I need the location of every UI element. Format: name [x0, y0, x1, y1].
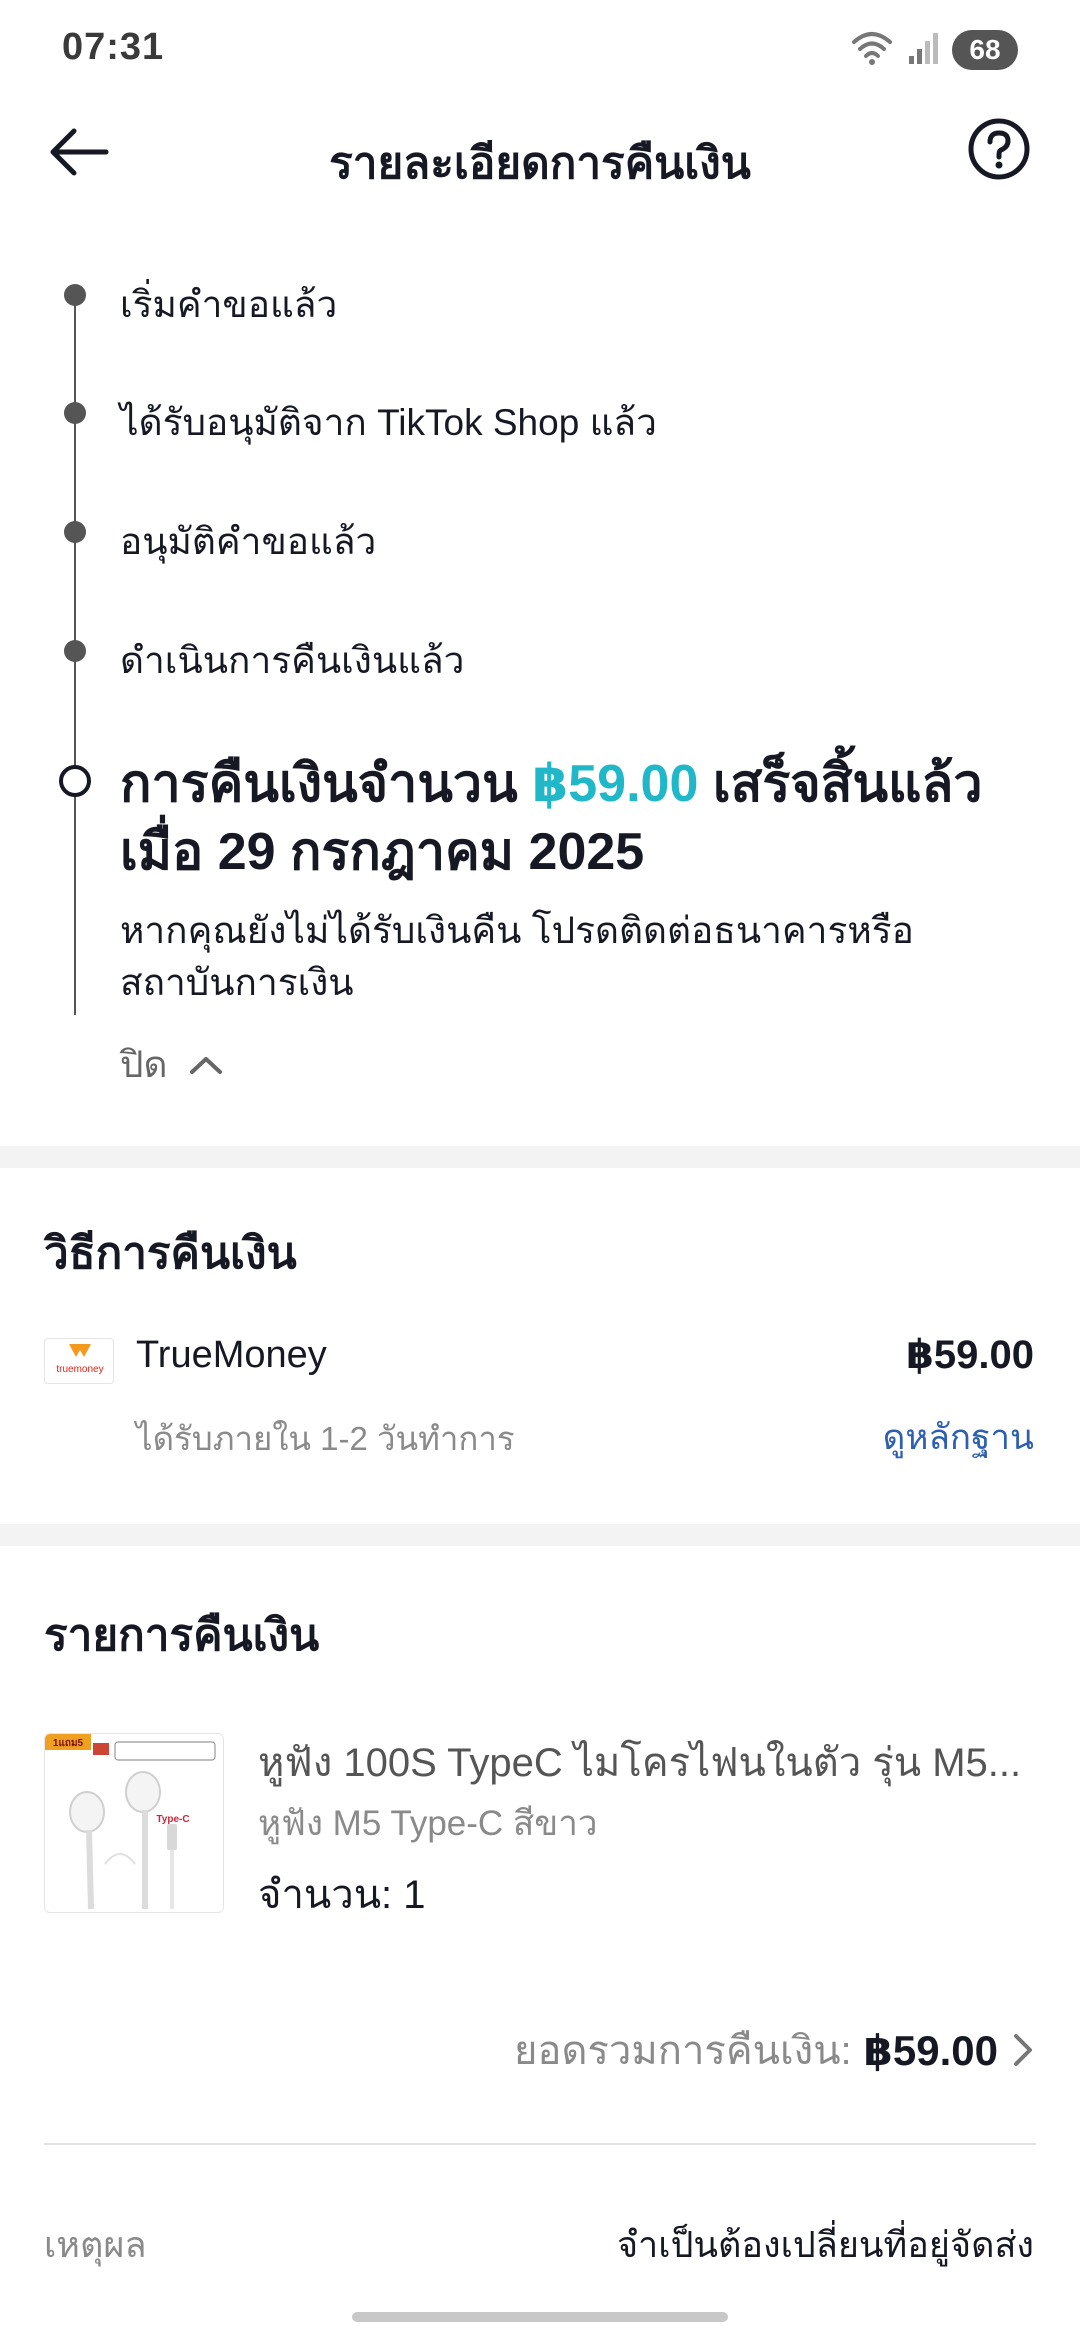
section-divider — [0, 1524, 1080, 1546]
question-icon — [968, 118, 1030, 180]
home-indicator[interactable] — [352, 2312, 728, 2322]
truemoney-logo: truemoney — [44, 1338, 114, 1384]
timeline-step: เริ่มคำขอแล้ว — [0, 255, 1080, 335]
refund-items-title: รายการคืนเงิน — [44, 1611, 320, 1660]
refund-total-label: ยอดรวมการคืนเงิน: — [513, 2029, 852, 2073]
timeline-step: ดำเนินการคืนเงินแล้ว — [0, 611, 1080, 691]
product-variant: หูฟัง M5 Type-C สีขาว — [258, 1804, 598, 1843]
wifi-icon — [850, 28, 894, 73]
timeline-dot — [64, 284, 86, 306]
product-quantity: จำนวน: 1 — [258, 1873, 426, 1917]
reason-label: เหตุผล — [44, 2224, 147, 2265]
view-proof-link[interactable]: ดูหลักฐาน — [883, 1410, 1034, 1465]
signal-icon — [908, 30, 938, 71]
divider — [44, 2143, 1036, 2145]
product-name[interactable]: หูฟัง 100S TypeC ไมโครไฟนในตัว รุ่น M5..… — [258, 1730, 1038, 1794]
timeline-dot — [64, 640, 86, 662]
refund-method-amount: ฿59.00 — [906, 1333, 1034, 1377]
battery-icon: 68 — [952, 30, 1018, 70]
refund-method-title: วิธีการคืนเงิน — [44, 1229, 297, 1278]
timeline-dot — [64, 402, 86, 424]
collapse-label: ปิด — [120, 1044, 168, 1085]
header: รายละเอียดการคืนเงิน — [0, 100, 1080, 210]
refund-method-name: TrueMoney — [136, 1334, 327, 1376]
collapse-toggle[interactable]: ปิด — [120, 1035, 224, 1094]
refund-total-row[interactable]: ยอดรวมการคืนเงิน: ฿59.00 — [514, 2018, 1036, 2082]
svg-text:truemoney: truemoney — [56, 1364, 103, 1375]
timeline-step-label: ดำเนินการคืนเงินแล้ว — [120, 640, 465, 681]
svg-text:1แถม5: 1แถม5 — [53, 1738, 84, 1749]
status-icons: 68 — [850, 28, 1018, 72]
chevron-right-icon — [1014, 2034, 1032, 2066]
help-button[interactable] — [966, 116, 1032, 182]
timeline-step: อนุมัติคำขอแล้ว — [0, 492, 1080, 572]
timeline-dot — [64, 521, 86, 543]
timeline-step-label: อนุมัติคำขอแล้ว — [120, 521, 377, 562]
refund-note: หากคุณยังไม่ได้รับเงินคืน โปรดติดต่อธนาค… — [120, 910, 914, 1003]
timeline-current-dot — [59, 765, 91, 797]
refund-amount: ฿59.00 — [532, 755, 699, 813]
product-image[interactable]: 1แถม5 Type-C — [44, 1733, 224, 1913]
page-title: รายละเอียดการคืนเงิน — [329, 139, 751, 188]
timeline-step-label: ได้รับอนุมัติจาก TikTok Shop แล้ว — [120, 402, 657, 443]
section-divider — [0, 1146, 1080, 1168]
timeline-step-label: เริ่มคำขอแล้ว — [120, 284, 338, 325]
reason-value: จำเป็นต้องเปลี่ยนที่อยู่จัดส่ง — [616, 2224, 1034, 2265]
svg-text:Type-C: Type-C — [156, 1814, 189, 1825]
refund-complete-prefix: การคืนเงินจำนวน — [120, 755, 533, 813]
refund-complete-title: การคืนเงินจำนวน ฿59.00 เสร็จสิ้นแล้วเมื่… — [120, 750, 1000, 886]
refund-method-eta: ได้รับภายใน 1-2 วันทำการ — [136, 1420, 515, 1457]
status-bar: 07:31 68 — [0, 0, 1080, 100]
chevron-up-icon — [189, 1056, 222, 1074]
timeline-step: ได้รับอนุมัติจาก TikTok Shop แล้ว — [0, 373, 1080, 453]
status-time: 07:31 — [62, 26, 165, 68]
refund-total-value: ฿59.00 — [863, 2026, 998, 2074]
